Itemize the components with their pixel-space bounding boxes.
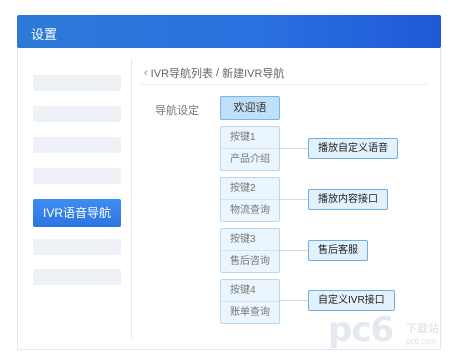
key-label: 按键2 [221,178,279,200]
key-description: 产品介绍 [230,154,270,165]
key-node[interactable]: 按键4 账单查询 [220,279,280,324]
title-bar: 设置 [17,15,441,48]
sidebar-item-placeholder[interactable] [33,106,121,122]
key-action-button[interactable]: 自定义IVR接口 [308,290,395,311]
key-action-button[interactable]: 播放内容接口 [308,189,388,210]
sidebar-divider [131,58,132,338]
breadcrumb-current: 新建IVR导航 [222,68,285,80]
watermark-url: pc6.com [406,337,437,346]
key-label: 按键1 [221,127,279,149]
connector-line [280,300,308,301]
welcome-message-node[interactable]: 欢迎语 [220,96,280,120]
breadcrumb: ‹ IVR导航列表 / 新建IVR导航 [144,65,284,81]
key-action-button[interactable]: 播放自定义语音 [308,138,398,159]
key-node[interactable]: 按键1 产品介绍 [220,126,280,171]
watermark-logo-text: pc6 [328,310,394,350]
key-node[interactable]: 按键2 物流查询 [220,177,280,222]
key-description: 账单查询 [230,307,270,318]
sidebar-item-placeholder[interactable] [33,75,121,91]
breadcrumb-parent-link[interactable]: IVR导航列表 [151,65,213,81]
key-action-button[interactable]: 售后客服 [308,240,368,261]
connector-line [280,148,308,149]
key-node[interactable]: 按键3 售后咨询 [220,228,280,273]
breadcrumb-separator: / [216,67,220,79]
pc6-watermark-logo: pc6 下载站 pc6.com [328,310,450,354]
header-divider [140,84,428,85]
sidebar-item-placeholder[interactable] [33,269,121,285]
key-description: 售后咨询 [230,256,270,267]
connector-line [280,250,308,251]
settings-window: 设置 IVR语音导航 ‹ IVR导航列表 / 新建IVR导航 导航设定 欢迎语 … [0,0,457,362]
key-label: 按键4 [221,280,279,302]
sidebar-item-placeholder[interactable] [33,137,121,153]
window-title: 设置 [31,27,58,42]
chevron-left-icon[interactable]: ‹ [144,67,148,79]
sidebar-item-ivr-navigation[interactable]: IVR语音导航 [33,199,121,227]
key-description: 物流查询 [230,205,270,216]
nav-setting-label: 导航设定 [155,105,199,117]
key-label: 按键3 [221,229,279,251]
connector-line [280,199,308,200]
sidebar-item-placeholder[interactable] [33,168,121,184]
watermark-site-label: 下载站 [406,323,439,335]
sidebar-item-placeholder[interactable] [33,239,121,255]
